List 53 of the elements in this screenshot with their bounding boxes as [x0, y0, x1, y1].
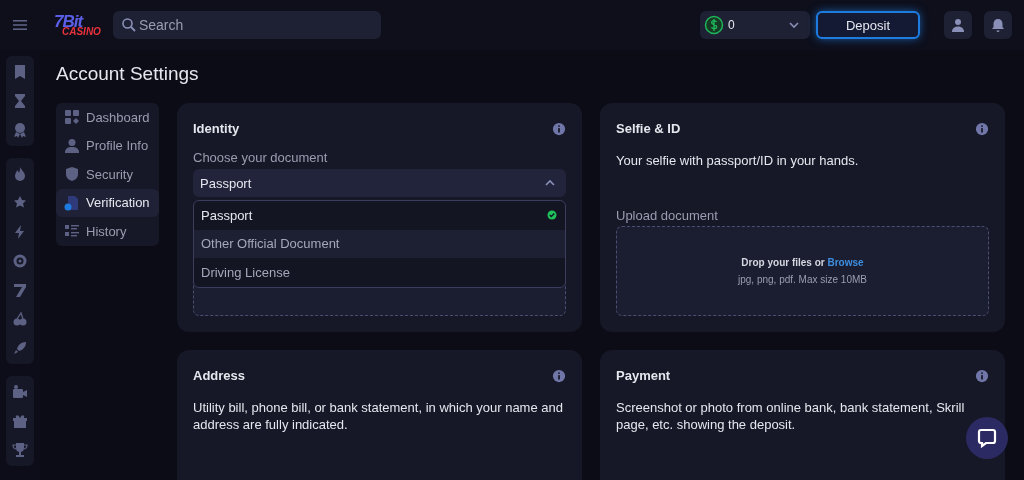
- upload-dropzone[interactable]: Drop your files or Browse jpg, png, pdf. Max size 10MB: [616, 226, 989, 316]
- field-label: Upload document: [616, 208, 719, 223]
- trophy-icon[interactable]: [12, 442, 28, 458]
- gift-icon[interactable]: [12, 413, 28, 429]
- field-label: Choose your document: [193, 150, 329, 165]
- card-description: Your selfie with passport/ID in your hands.: [616, 152, 860, 169]
- menu-item[interactable]: Profile Info: [56, 131, 159, 160]
- menu-item[interactable]: Dashboard: [56, 103, 159, 132]
- medal-icon[interactable]: [12, 122, 28, 138]
- page-title: Account Settings: [56, 62, 200, 85]
- shield-icon: [64, 166, 80, 183]
- info-icon[interactable]: [975, 368, 989, 383]
- hourglass-icon[interactable]: [12, 93, 28, 109]
- card-title: Address: [193, 368, 246, 383]
- menu-item[interactable]: History: [56, 217, 159, 246]
- upload-hint: jpg, png, pdf. Max size 10MB: [738, 274, 867, 285]
- card-title: Payment: [616, 368, 671, 383]
- info-icon[interactable]: [975, 121, 989, 136]
- dollar-icon: [704, 15, 724, 35]
- target-icon[interactable]: [12, 253, 28, 269]
- card-title: Selfie & ID: [616, 121, 681, 136]
- balance-amount: 0: [728, 18, 736, 32]
- check-icon: [546, 209, 558, 222]
- chat-icon: [977, 428, 997, 448]
- drop-text: Drop your files or Browse: [741, 257, 864, 268]
- menu-item[interactable]: Security: [56, 160, 159, 189]
- menu-icon[interactable]: [12, 17, 28, 33]
- logo[interactable]: 7Bit CASINO: [54, 13, 101, 37]
- flame-icon[interactable]: [12, 166, 28, 182]
- card-description: Utility bill, phone bill, or bank statement, in which your name and address are fully indicated.: [193, 399, 564, 433]
- profile-button[interactable]: [944, 11, 972, 39]
- info-icon[interactable]: [552, 121, 566, 136]
- document-select[interactable]: Passport: [193, 169, 566, 197]
- document-check-icon: [64, 194, 80, 211]
- dashboard-icon: [64, 109, 80, 126]
- user-icon: [64, 137, 80, 154]
- user-icon: [950, 17, 966, 33]
- menu-item[interactable]: Verification: [56, 188, 159, 217]
- browse-link[interactable]: Browse: [827, 257, 864, 268]
- balance-dropdown[interactable]: 0: [700, 11, 810, 39]
- notifications-button[interactable]: [984, 11, 1012, 39]
- cherries-icon[interactable]: [12, 311, 28, 327]
- card-title: Identity: [193, 121, 240, 136]
- camera-icon[interactable]: [12, 384, 28, 400]
- dropdown-option[interactable]: Driving License: [194, 258, 565, 287]
- seven-icon[interactable]: [12, 282, 28, 298]
- card-description: Screenshot or photo from online bank, bank statement, Skrill page, etc. showing the deposit.: [616, 399, 966, 433]
- bell-icon: [990, 17, 1006, 33]
- info-icon[interactable]: [552, 368, 566, 383]
- dropdown-option[interactable]: Other Official Document: [194, 229, 565, 258]
- deposit-button[interactable]: Deposit: [816, 11, 920, 39]
- dropdown-option[interactable]: Passport: [194, 201, 565, 230]
- search-field[interactable]: Search: [112, 11, 381, 39]
